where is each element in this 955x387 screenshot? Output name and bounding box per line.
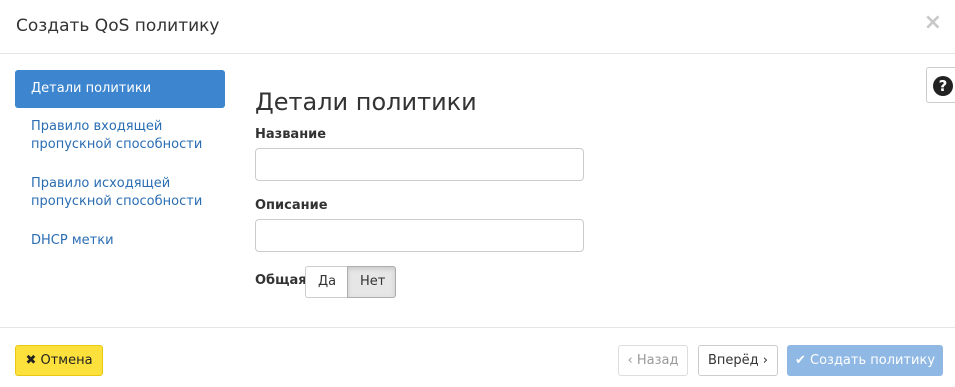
back-label: Назад xyxy=(636,353,679,368)
wizard-nav: Детали политики Правило входящей пропуск… xyxy=(15,70,225,260)
name-input[interactable] xyxy=(255,148,584,181)
nav-item-egress-bandwidth-rule[interactable]: Правило исходящей пропускной способности xyxy=(15,165,225,222)
create-policy-label: Создать политику xyxy=(810,353,936,368)
help-button[interactable]: ? xyxy=(926,67,955,103)
description-input[interactable] xyxy=(255,219,584,252)
name-label: Название xyxy=(255,127,327,142)
cancel-button[interactable]: ✖ Отмена xyxy=(15,345,103,376)
description-label: Описание xyxy=(255,198,328,213)
chevron-left-icon: ‹ xyxy=(627,353,633,368)
create-qos-policy-modal: Создать QoS политику × Детали политики П… xyxy=(0,0,955,387)
next-button[interactable]: Вперёд › xyxy=(698,345,778,376)
cancel-label: Отмена xyxy=(40,353,93,368)
shared-label: Общая xyxy=(255,273,307,288)
nav-item-dhcp-tags[interactable]: DHCP метки xyxy=(15,222,225,260)
modal-header: Создать QoS политику × xyxy=(0,0,955,54)
shared-yes-button[interactable]: Да xyxy=(305,266,347,298)
create-policy-button[interactable]: ✔ Создать политику xyxy=(787,345,943,376)
chevron-right-icon: › xyxy=(762,353,768,368)
section-title: Детали политики xyxy=(255,88,477,116)
close-icon[interactable]: × xyxy=(924,12,942,34)
modal-title: Создать QoS политику xyxy=(16,16,220,36)
shared-no-button[interactable]: Нет xyxy=(347,266,396,298)
modal-footer: ✖ Отмена ‹ Назад Вперёд › ✔ Создать поли… xyxy=(0,327,955,387)
check-icon: ✔ xyxy=(794,353,806,368)
back-button[interactable]: ‹ Назад xyxy=(618,345,688,376)
shared-toggle: Да Нет xyxy=(305,266,396,298)
question-circle-icon: ? xyxy=(933,76,953,96)
close-icon: ✖ xyxy=(25,353,37,368)
nav-item-ingress-bandwidth-rule[interactable]: Правило входящей пропускной способности xyxy=(15,108,225,165)
next-label: Вперёд xyxy=(708,353,759,368)
nav-item-policy-details[interactable]: Детали политики xyxy=(15,70,225,108)
